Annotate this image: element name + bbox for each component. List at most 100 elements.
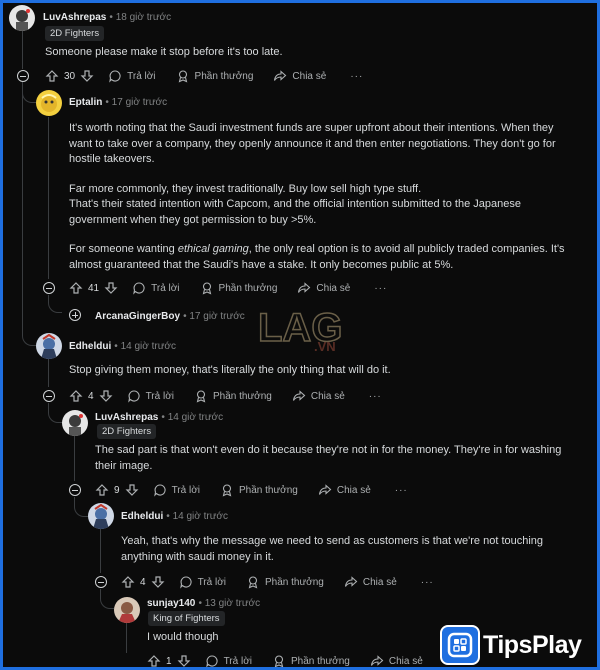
reply-label: Trả lời bbox=[197, 576, 226, 588]
downvote-icon[interactable] bbox=[177, 654, 191, 667]
upvote-icon[interactable] bbox=[147, 654, 161, 667]
share-button[interactable]: Chia sẻ bbox=[344, 575, 397, 589]
share-button[interactable]: Chia sẻ bbox=[273, 69, 326, 83]
username[interactable]: sunjay140 bbox=[147, 598, 195, 609]
timestamp[interactable]: • 14 giờ trước bbox=[166, 511, 228, 522]
avatar[interactable] bbox=[9, 5, 35, 31]
reply-button[interactable]: Trả lời bbox=[132, 281, 180, 295]
upvote-icon[interactable] bbox=[69, 389, 83, 403]
collapse-toggle[interactable] bbox=[43, 282, 55, 294]
reply-label: Trả lời bbox=[151, 282, 180, 294]
reply-button[interactable]: Trả lời bbox=[127, 389, 174, 403]
reply-label: Trả lời bbox=[171, 484, 200, 496]
avatar[interactable] bbox=[88, 503, 114, 529]
share-label: Chia sẻ bbox=[336, 484, 371, 496]
reply-button[interactable]: Trả lời bbox=[108, 69, 156, 83]
thread-line[interactable] bbox=[100, 529, 101, 573]
username[interactable]: LuvAshrepas bbox=[95, 412, 158, 423]
upvote-icon[interactable] bbox=[95, 483, 109, 497]
downvote-icon[interactable] bbox=[80, 69, 94, 83]
username[interactable]: ArcanaGingerBoy bbox=[95, 311, 180, 322]
username[interactable]: LuvAshrepas bbox=[43, 12, 106, 23]
minus-circle-icon bbox=[98, 581, 104, 583]
award-label: Phần thưởng bbox=[264, 576, 324, 588]
upvote-icon[interactable] bbox=[69, 281, 83, 295]
share-icon bbox=[298, 282, 311, 293]
award-button[interactable]: Phần thưởng bbox=[246, 575, 324, 589]
avatar[interactable] bbox=[36, 90, 62, 116]
thread-line[interactable] bbox=[74, 435, 75, 481]
more-icon[interactable]: ··· bbox=[369, 391, 382, 402]
share-button[interactable]: Chia sẻ bbox=[370, 654, 423, 667]
comment-text: Someone please make it stop before it's … bbox=[45, 46, 283, 58]
award-label: Phần thưởng bbox=[290, 655, 350, 667]
collapse-toggle[interactable] bbox=[69, 484, 81, 496]
upvote-icon[interactable] bbox=[121, 575, 135, 589]
reply-label: Trả lời bbox=[127, 70, 156, 82]
vote-count: 41 bbox=[88, 282, 100, 294]
timestamp[interactable]: • 14 giờ trước bbox=[161, 412, 223, 423]
more-icon[interactable]: ··· bbox=[350, 71, 363, 82]
share-button[interactable]: Chia sẻ bbox=[297, 281, 350, 295]
vote-count: 9 bbox=[114, 484, 120, 496]
thread-connector bbox=[22, 303, 36, 346]
comment-icon bbox=[109, 70, 121, 83]
minus-circle-icon bbox=[46, 395, 52, 397]
upvote-icon[interactable] bbox=[45, 69, 59, 83]
award-button[interactable]: Phần thưởng bbox=[176, 69, 253, 83]
share-label: Chia sẻ bbox=[316, 282, 351, 294]
avatar[interactable] bbox=[36, 333, 62, 359]
username[interactable]: Eptalin bbox=[69, 97, 102, 108]
award-button[interactable]: Phần thưởng bbox=[194, 389, 272, 403]
award-icon bbox=[196, 390, 206, 403]
more-icon[interactable]: ··· bbox=[421, 577, 434, 588]
reply-button[interactable]: Trả lời bbox=[153, 483, 200, 497]
reply-button[interactable]: Trả lời bbox=[205, 654, 252, 667]
thread-line[interactable] bbox=[22, 31, 23, 69]
thread-connector bbox=[100, 589, 114, 609]
username[interactable]: Edheldui bbox=[69, 341, 111, 352]
downvote-icon[interactable] bbox=[125, 483, 139, 497]
vote-group: 30 bbox=[45, 69, 94, 83]
avatar[interactable] bbox=[114, 597, 140, 623]
downvote-icon[interactable] bbox=[99, 389, 113, 403]
share-icon bbox=[274, 70, 287, 81]
downvote-icon[interactable] bbox=[104, 281, 118, 295]
timestamp[interactable]: • 14 giờ trước bbox=[114, 341, 176, 352]
collapse-toggle[interactable] bbox=[17, 70, 29, 82]
username[interactable]: Edheldui bbox=[121, 511, 163, 522]
collapse-toggle[interactable] bbox=[95, 576, 107, 588]
comment-text: Yeah, that's why the message we need to … bbox=[121, 535, 544, 563]
comment-text: The sad part is that won't even do it be… bbox=[95, 444, 562, 472]
vote-count: 30 bbox=[64, 70, 76, 82]
more-icon[interactable]: ··· bbox=[395, 485, 408, 496]
award-button[interactable]: Phần thưởng bbox=[272, 654, 350, 667]
collapse-toggle[interactable] bbox=[43, 390, 55, 402]
award-button[interactable]: Phần thưởng bbox=[220, 483, 298, 497]
downvote-icon[interactable] bbox=[151, 575, 165, 589]
award-button[interactable]: Phần thưởng bbox=[200, 281, 277, 295]
expand-toggle[interactable] bbox=[69, 309, 81, 321]
timestamp[interactable]: • 17 giờ trước bbox=[183, 311, 245, 322]
award-icon bbox=[202, 282, 211, 295]
tipsplay-wordmark: TipsPlay bbox=[483, 631, 582, 660]
thread-line[interactable] bbox=[48, 359, 49, 387]
comment-paragraph: For someone wanting ethical gaming, the … bbox=[69, 242, 579, 273]
vote-group: 41 bbox=[69, 281, 118, 295]
award-icon bbox=[248, 576, 258, 589]
user-flair: 2D Fighters bbox=[45, 26, 105, 41]
reply-label: Trả lời bbox=[145, 390, 174, 402]
share-button[interactable]: Chia sẻ bbox=[318, 483, 371, 497]
reply-button[interactable]: Trả lời bbox=[179, 575, 226, 589]
thread-line[interactable] bbox=[126, 623, 127, 653]
avatar[interactable] bbox=[62, 410, 88, 436]
share-button[interactable]: Chia sẻ bbox=[292, 389, 345, 403]
thread-connector bbox=[48, 403, 62, 423]
timestamp[interactable]: • 17 giờ trước bbox=[105, 97, 167, 108]
timestamp[interactable]: • 18 giờ trước bbox=[109, 12, 171, 23]
thread-line[interactable] bbox=[48, 117, 49, 279]
minus-circle-icon bbox=[46, 287, 52, 289]
timestamp[interactable]: • 13 giờ trước bbox=[198, 598, 260, 609]
more-icon[interactable]: ··· bbox=[374, 283, 387, 294]
thread-line[interactable] bbox=[22, 81, 23, 306]
